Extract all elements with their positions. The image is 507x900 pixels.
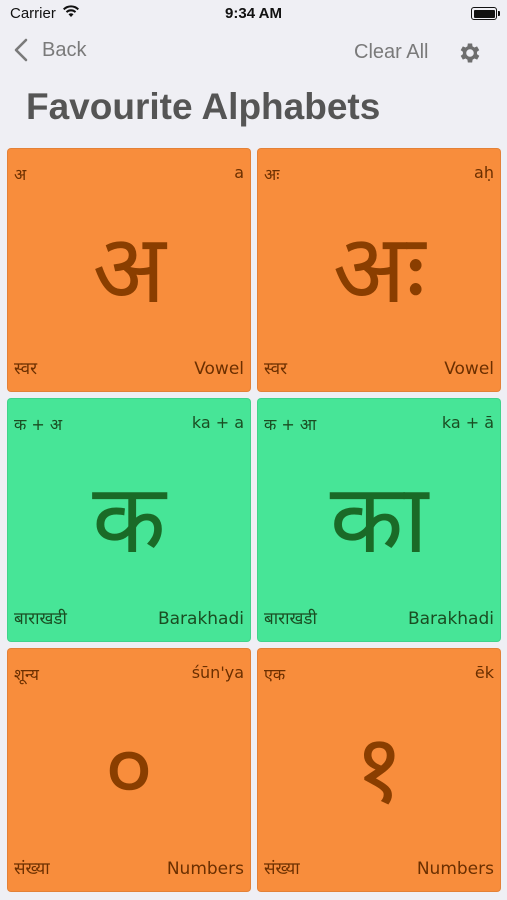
navigation-bar: Back Clear All	[0, 34, 507, 74]
alphabet-card[interactable]: अः aḥ अः स्वर Vowel	[257, 148, 501, 392]
card-devanagari-label: एक	[264, 665, 286, 684]
card-devanagari-label: क + अ	[14, 415, 63, 434]
card-devanagari-label: शून्य	[14, 665, 39, 684]
card-category: Barakhadi	[157, 609, 244, 629]
card-transliteration: ka + a	[191, 413, 244, 432]
card-category: Vowel	[444, 359, 494, 379]
card-glyph: अ	[92, 213, 166, 325]
alphabet-card[interactable]: अ a अ स्वर Vowel	[7, 148, 251, 392]
card-devanagari-label: अः	[264, 165, 280, 184]
alphabet-card[interactable]: एक ēk १ संख्या Numbers	[257, 648, 501, 892]
card-category-devanagari: स्वर	[264, 359, 288, 379]
alphabet-card[interactable]: क + आ ka + ā का बाराखडी Barakhadi	[257, 398, 501, 642]
card-transliteration: ēk	[474, 663, 494, 682]
card-glyph: अः	[332, 213, 426, 325]
card-glyph: क	[92, 463, 166, 575]
gear-icon[interactable]	[457, 40, 483, 70]
page-title: Favourite Alphabets	[26, 86, 381, 127]
card-category-devanagari: बाराखडी	[14, 609, 67, 629]
alphabet-card[interactable]: शून्य śūn'ya ० संख्या Numbers	[7, 648, 251, 892]
card-glyph: १	[354, 713, 404, 825]
card-glyph: ०	[104, 713, 154, 825]
card-transliteration: śūn'ya	[191, 663, 244, 682]
card-category: Numbers	[166, 859, 244, 879]
clear-all-button[interactable]: Clear All	[354, 41, 428, 64]
card-category-devanagari: स्वर	[14, 359, 38, 379]
alphabet-card[interactable]: क + अ ka + a क बाराखडी Barakhadi	[7, 398, 251, 642]
card-transliteration: aḥ	[474, 163, 494, 182]
card-category-devanagari: बाराखडी	[264, 609, 317, 629]
status-bar: Carrier 9:34 AM	[0, 0, 507, 30]
back-button[interactable]: Back	[14, 38, 86, 62]
card-devanagari-label: क + आ	[264, 415, 317, 434]
card-devanagari-label: अ	[14, 165, 27, 184]
back-label: Back	[42, 38, 87, 61]
card-category: Barakhadi	[407, 609, 494, 629]
chevron-left-icon	[14, 38, 28, 62]
card-category-devanagari: संख्या	[14, 859, 50, 879]
card-category: Numbers	[416, 859, 494, 879]
card-category: Vowel	[194, 359, 244, 379]
battery-icon	[471, 7, 500, 20]
card-transliteration: ka + ā	[441, 413, 494, 432]
card-category-devanagari: संख्या	[264, 859, 300, 879]
status-time: 9:34 AM	[225, 5, 282, 22]
card-transliteration: a	[234, 163, 244, 182]
card-glyph: का	[329, 463, 429, 575]
